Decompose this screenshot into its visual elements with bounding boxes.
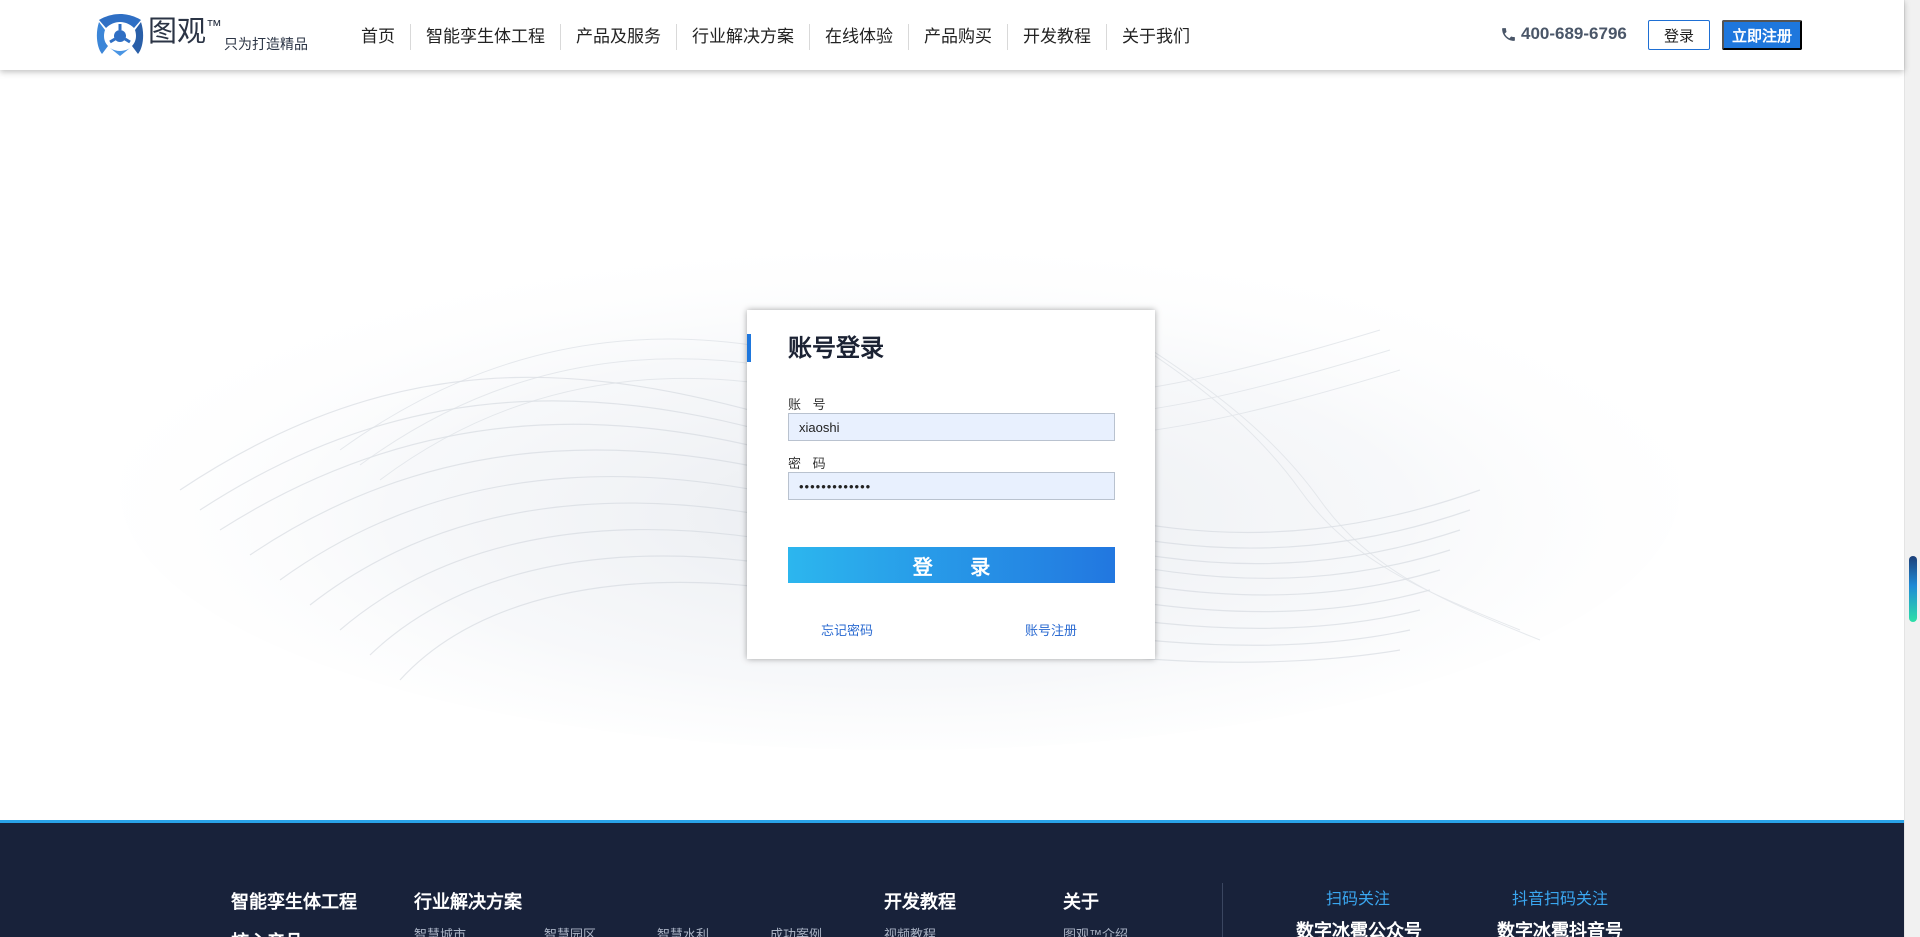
logo-icon	[96, 14, 144, 56]
footer-core-products-title[interactable]: 核心产品	[231, 928, 303, 937]
site-footer: 智能孪生体工程 核心产品 行业解决方案 智慧城市 智慧园区 智慧水利 成功案例 …	[0, 820, 1904, 937]
nav-purchase[interactable]: 产品购买	[908, 24, 1007, 50]
password-input[interactable]	[788, 472, 1115, 500]
footer-link-intro[interactable]: 图观™介绍	[1063, 924, 1128, 937]
header-login-button[interactable]: 登录	[1648, 20, 1710, 50]
register-account-link[interactable]: 账号注册	[1025, 620, 1077, 639]
login-page-main: 账号登录 账 号 密 码 登 录 忘记密码 账号注册	[0, 70, 1904, 820]
top-header: 图观 ™ 只为打造精品 首页 智能孪生体工程 产品及服务 行业解决方案 在线体验…	[0, 0, 1904, 70]
nav-twin-engineering[interactable]: 智能孪生体工程	[410, 24, 560, 50]
footer-link-smart-water[interactable]: 智慧水利	[657, 924, 709, 937]
wechat-account-name: 数字冰雹公众号	[1296, 921, 1422, 937]
footer-link-cases[interactable]: 成功案例	[770, 924, 822, 937]
footer-tutorials-title[interactable]: 开发教程	[884, 888, 956, 914]
footer-link-smart-city[interactable]: 智慧城市	[414, 924, 466, 937]
douyin-account-name: 数字冰雹抖音号	[1497, 921, 1623, 937]
brand-slogan: 只为打造精品	[224, 36, 309, 52]
header-register-button[interactable]: 立即注册	[1722, 20, 1802, 50]
main-nav: 首页 智能孪生体工程 产品及服务 行业解决方案 在线体验 产品购买 开发教程 关…	[346, 24, 1205, 50]
account-input[interactable]	[788, 413, 1115, 441]
brand-trademark: ™	[206, 18, 223, 35]
hotline-number: 400-689-6796	[1521, 24, 1627, 43]
brand-name: 图观	[148, 16, 207, 48]
phone-icon	[1502, 27, 1515, 41]
footer-divider	[1222, 883, 1223, 937]
brand-logo[interactable]: 图观 ™ 只为打造精品	[96, 12, 308, 58]
nav-tutorials[interactable]: 开发教程	[1007, 24, 1106, 50]
title-accent-bar	[747, 334, 751, 362]
scrollbar-thumb[interactable]	[1909, 556, 1917, 622]
nav-about[interactable]: 关于我们	[1106, 24, 1205, 50]
nav-solutions[interactable]: 行业解决方案	[676, 24, 809, 50]
follow-douyin-label: 抖音扫码关注	[1512, 891, 1609, 908]
account-label: 账 号	[788, 397, 830, 412]
footer-twin-engineering-title[interactable]: 智能孪生体工程	[231, 888, 357, 914]
nav-home[interactable]: 首页	[346, 24, 410, 50]
login-card: 账号登录 账 号 密 码 登 录 忘记密码 账号注册	[747, 310, 1155, 659]
footer-about-title[interactable]: 关于	[1063, 888, 1099, 914]
forgot-password-link[interactable]: 忘记密码	[821, 620, 873, 639]
footer-solutions-title[interactable]: 行业解决方案	[414, 888, 522, 914]
nav-online-demo[interactable]: 在线体验	[809, 24, 908, 50]
footer-link-smart-park[interactable]: 智慧园区	[544, 924, 596, 937]
login-submit-button[interactable]: 登 录	[788, 547, 1115, 583]
login-title: 账号登录	[788, 335, 884, 362]
hotline: 400-689-6796	[1500, 24, 1627, 44]
nav-products-services[interactable]: 产品及服务	[560, 24, 676, 50]
password-label: 密 码	[788, 456, 830, 471]
follow-wechat-label: 扫码关注	[1326, 891, 1391, 908]
footer-link-video-tutorials[interactable]: 视频教程	[884, 924, 936, 937]
page-scrollbar[interactable]	[1904, 0, 1920, 937]
